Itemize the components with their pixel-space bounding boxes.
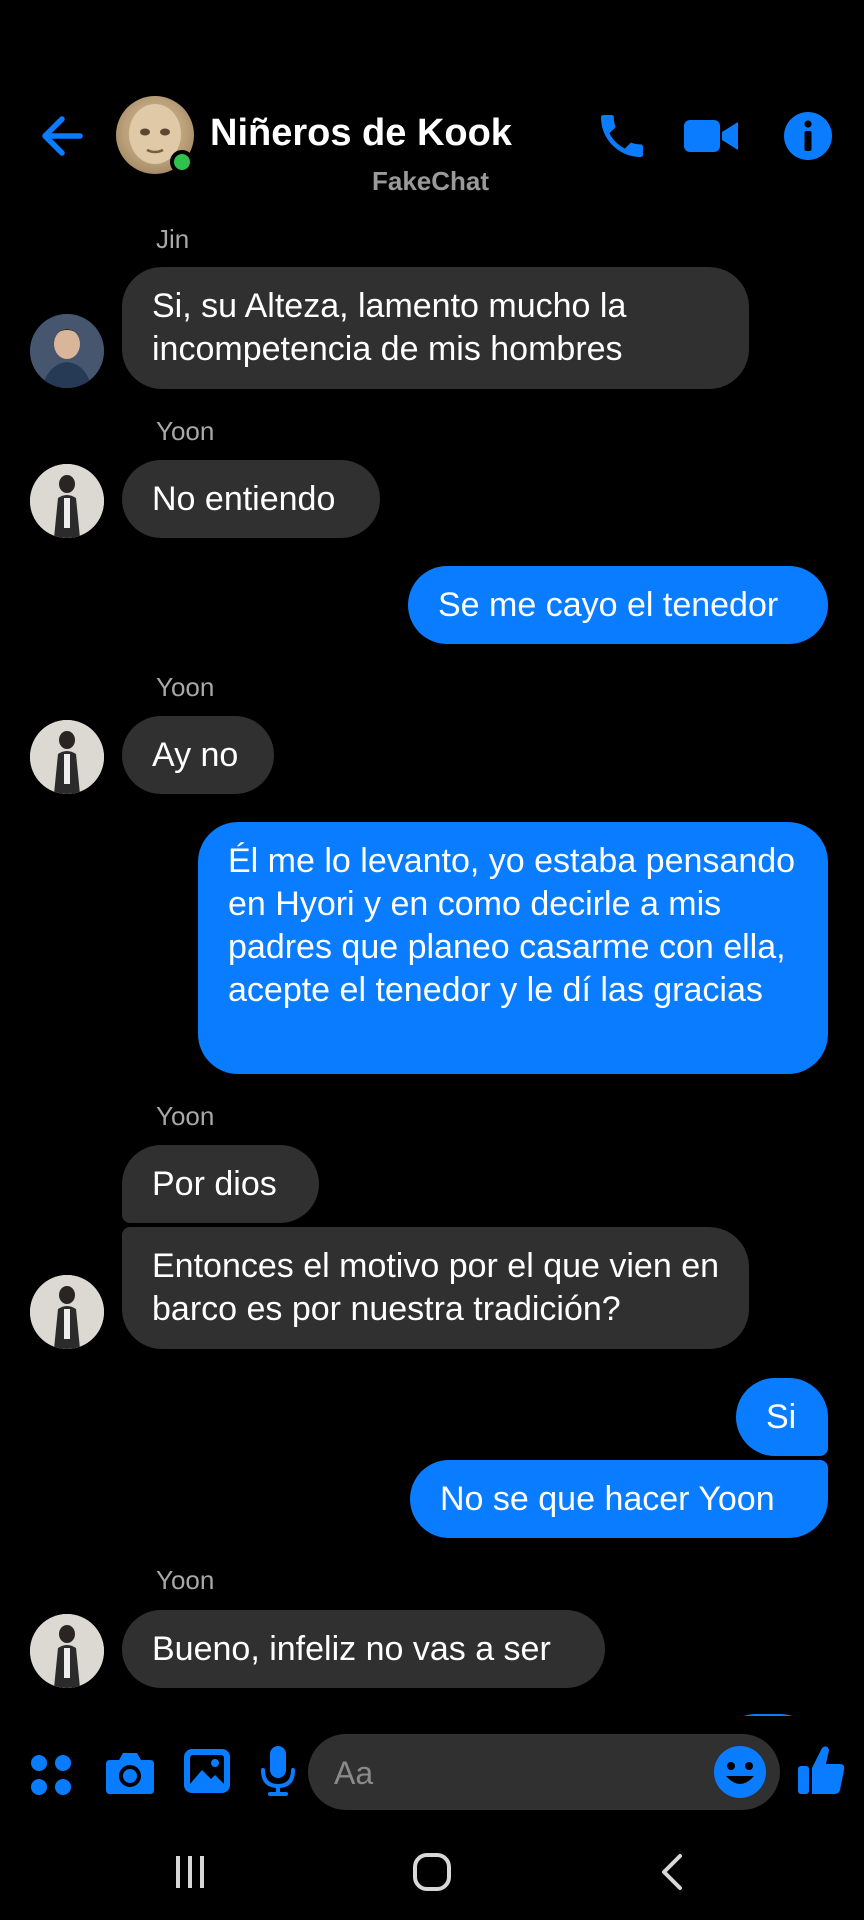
avatar-jin[interactable]	[30, 314, 104, 388]
chat-title[interactable]: Niñeros de Kook	[210, 112, 512, 155]
sender-name: Jin	[156, 224, 190, 254]
sender-name: Yoon	[156, 1101, 215, 1131]
message-bubble[interactable]: Por dios	[122, 1145, 319, 1223]
video-camera-icon	[684, 120, 738, 152]
voice-call-button[interactable]	[594, 108, 650, 164]
back-arrow-icon	[42, 116, 83, 156]
chat-subtitle: FakeChat	[372, 166, 490, 196]
back-icon	[662, 1854, 682, 1890]
gallery-button[interactable]	[182, 1746, 232, 1801]
message-bubble[interactable]: Él me lo levanto, yo estaba pensando en …	[198, 822, 828, 1074]
back-button[interactable]	[36, 106, 96, 166]
thumbs-up-icon	[798, 1746, 845, 1794]
avatar-yoon[interactable]	[30, 720, 104, 794]
conversation-info-button[interactable]	[780, 108, 836, 164]
apps-button[interactable]	[28, 1752, 76, 1805]
recent-apps-button[interactable]	[168, 1850, 212, 1899]
sender-name: Yoon	[156, 416, 215, 446]
microphone-icon	[261, 1746, 295, 1796]
sender-name: Yoon	[156, 672, 215, 702]
nav-back-button[interactable]	[652, 1850, 696, 1899]
message-bubble[interactable]: No se que hacer Yoon	[410, 1460, 828, 1538]
info-icon	[784, 112, 832, 160]
message-bubble[interactable]: Ay no	[122, 716, 274, 794]
home-button[interactable]	[410, 1850, 454, 1899]
video-call-button[interactable]	[682, 108, 740, 164]
online-status-indicator	[170, 150, 194, 174]
sender-name: Yoon	[156, 1565, 215, 1595]
avatar-yoon[interactable]	[30, 1275, 104, 1349]
recent-apps-icon	[176, 1856, 204, 1888]
phone-icon	[601, 115, 643, 157]
camera-icon	[106, 1753, 154, 1794]
message-bubble[interactable]: Entonces el motivo por el que vien en ba…	[122, 1227, 749, 1349]
message-bubble[interactable]: Bueno, infeliz no vas a ser	[122, 1610, 605, 1688]
group-avatar[interactable]	[116, 96, 196, 176]
emoji-button[interactable]	[710, 1742, 770, 1802]
gallery-icon	[184, 1749, 230, 1793]
avatar-yoon[interactable]	[30, 1614, 104, 1688]
chat-header: Niñeros de Kook FakeChat	[0, 0, 864, 210]
message-bubble[interactable]: Si, su Alteza, lamento mucho la incompet…	[122, 267, 749, 389]
message-bubble[interactable]: No entiendo	[122, 460, 380, 538]
camera-button[interactable]	[104, 1748, 156, 1803]
emoji-icon	[714, 1746, 766, 1798]
message-bubble[interactable]: Se me cayo el tenedor	[408, 566, 828, 644]
avatar-yoon[interactable]	[30, 464, 104, 538]
message-input[interactable]	[332, 1734, 716, 1812]
home-icon	[413, 1853, 451, 1891]
like-button[interactable]	[796, 1742, 846, 1803]
apps-grid-icon	[31, 1755, 71, 1795]
message-bubble[interactable]: Si	[736, 1378, 828, 1456]
message-input-field[interactable]	[308, 1734, 780, 1812]
voice-message-button[interactable]	[258, 1744, 298, 1803]
